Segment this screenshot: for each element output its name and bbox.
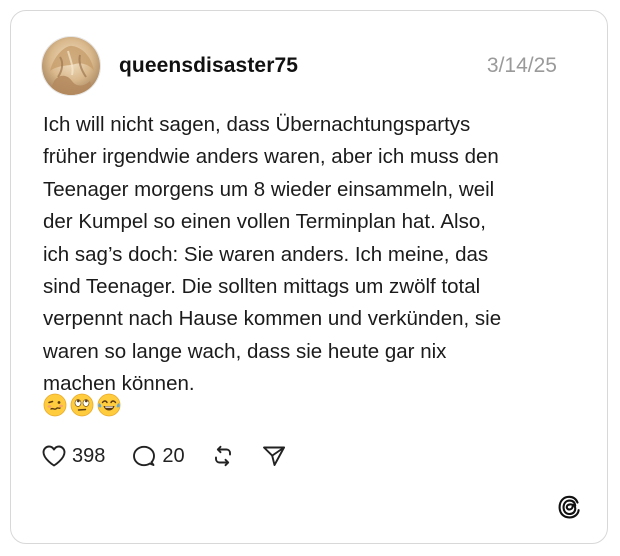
post-text-line: der Kumpel so einen vollen Terminplan ha…: [43, 210, 486, 234]
post-text-line: ich sag’s doch: Sie waren anders. Ich me…: [43, 242, 489, 266]
like-count: 398: [72, 444, 106, 467]
repost-button[interactable]: [211, 444, 235, 468]
reply-count: 20: [162, 444, 185, 467]
post-text-line: sind Teenager. Die sollten mittags um zw…: [43, 275, 481, 299]
post-text-line: Ich will nicht sagen, dass Übernachtungs…: [43, 113, 471, 136]
avatar[interactable]: [41, 36, 101, 96]
face-with-tears-of-joy-emoji-icon: [97, 393, 121, 417]
post-card: queensdisaster75 3/14/25 Ich will nicht …: [10, 10, 608, 544]
post-date: 3/14/25: [486, 54, 557, 77]
post-text-line: früher irgendwie anders waren, aber ich …: [43, 145, 499, 169]
post-text-line: waren so lange wach, dass sie heute gar …: [43, 339, 447, 363]
post-actions: 398 20: [41, 441, 287, 471]
comment-icon: [133, 445, 156, 467]
repost-icon: [214, 445, 231, 467]
post-text-line: Teenager morgens um 8 wieder einsammeln,…: [43, 177, 495, 201]
send-icon: [262, 446, 285, 466]
post-header: queensdisaster75 3/14/25: [41, 35, 557, 97]
like-button[interactable]: 398: [41, 444, 105, 468]
heart-icon: [42, 445, 66, 467]
post-text-line: verpennt nach Hause kommen und verkünden…: [43, 307, 502, 331]
username[interactable]: queensdisaster75: [119, 54, 298, 78]
post-text: Ich will nicht sagen, dass Übernachtungs…: [43, 109, 583, 401]
woozy-face-emoji-icon: [43, 393, 67, 417]
face-with-rolling-eyes-emoji-icon: [70, 393, 94, 417]
reply-button[interactable]: 20: [131, 444, 185, 468]
post-text-line: machen können.: [43, 372, 195, 396]
emoji-row: [43, 393, 121, 419]
share-button[interactable]: [261, 444, 287, 468]
threads-logo-icon[interactable]: [555, 493, 583, 521]
